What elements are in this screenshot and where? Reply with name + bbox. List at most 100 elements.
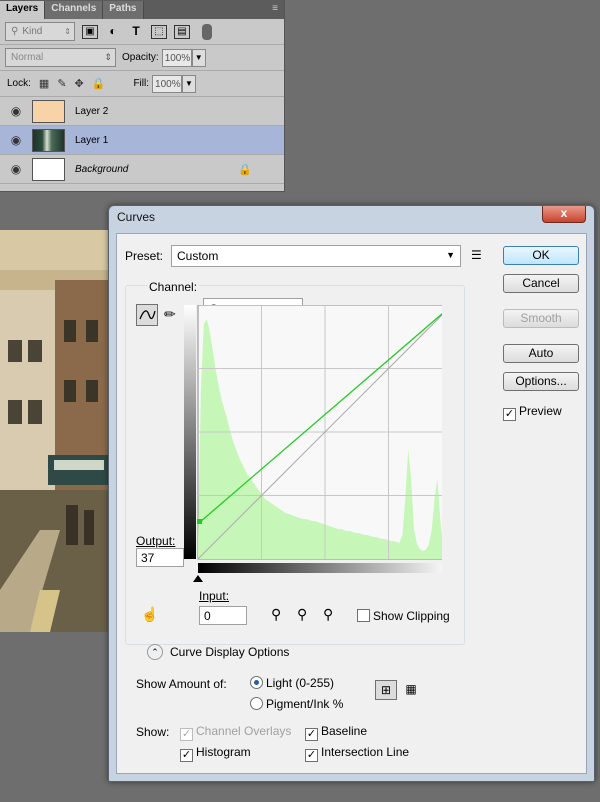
layer-row-layer-1[interactable]: ◉ Layer 1 [0, 126, 284, 155]
chevron-down-icon: ▼ [446, 250, 455, 260]
checkbox-box: ✓ [305, 728, 318, 741]
dialog-title: Curves [117, 210, 156, 224]
preset-options-icon[interactable]: ☰ [471, 248, 482, 262]
layer-name: Background [75, 163, 129, 175]
channel-label: Channel: [147, 280, 200, 294]
auto-button[interactable]: Auto [503, 344, 579, 363]
black-point-slider [193, 575, 203, 582]
smart-object-filter-icon[interactable]: ▤ [174, 24, 190, 39]
close-button[interactable]: x [542, 206, 586, 223]
blend-mode-value: Normal [11, 52, 44, 63]
preset-value: Custom [177, 249, 219, 263]
checkbox-box [357, 609, 370, 622]
eye-icon[interactable]: ◉ [0, 133, 32, 147]
fill-input[interactable]: 100% [152, 74, 183, 93]
ok-button[interactable]: OK [503, 246, 579, 265]
display-options-label: Curve Display Options [170, 645, 290, 659]
opacity-input[interactable]: 100% [161, 48, 192, 67]
type-filter-icon[interactable]: T [128, 25, 144, 39]
pigment-label: Pigment/Ink % [266, 697, 344, 711]
eye-icon[interactable]: ◉ [0, 162, 32, 176]
curves-dialog: Curves x Preset: Custom ▼ ☰ Channel: Gre… [108, 205, 595, 782]
tab-layers[interactable]: Layers [0, 1, 46, 19]
gray-eyedropper-icon[interactable]: ⚲ [297, 606, 307, 623]
channel-overlays-label: Channel Overlays [196, 724, 292, 738]
checkbox-box: ✓ [180, 749, 193, 762]
adjustment-filter-icon[interactable]: ◐ [105, 25, 121, 39]
curve-tool-icon [139, 310, 156, 320]
channel-overlays-checkbox[interactable]: ✓ Channel Overlays [180, 724, 291, 741]
fill-dropdown-button[interactable]: ▼ [182, 74, 197, 93]
white-eyedropper-icon[interactable]: ⚲ [323, 606, 333, 623]
lock-position-icon[interactable]: ✥ [75, 77, 84, 90]
baseline-checkbox[interactable]: ✓ Baseline [305, 724, 367, 741]
intersection-line-label: Intersection Line [321, 745, 410, 759]
radio-button [250, 676, 263, 689]
eye-icon[interactable]: ◉ [0, 104, 32, 118]
collapse-icon[interactable]: ⌃ [147, 644, 163, 660]
checkbox-box: ✓ [180, 728, 193, 741]
blend-mode-select[interactable]: Normal ⇕ [5, 48, 116, 67]
show-clipping-label: Show Clipping [373, 609, 450, 623]
layer-row-layer-2[interactable]: ◉ Layer 2 [0, 97, 284, 126]
tab-paths[interactable]: Paths [103, 1, 144, 19]
simple-grid-button[interactable]: ⊞ [375, 680, 397, 700]
smooth-button[interactable]: Smooth [503, 309, 579, 328]
lock-icon: 🔒 [238, 163, 252, 176]
lock-all-icon[interactable]: 🔒 [92, 77, 106, 90]
blend-row: Normal ⇕ Opacity: 100% ▼ [0, 45, 284, 71]
opacity-dropdown-button[interactable]: ▼ [191, 48, 206, 67]
layer-thumbnail [32, 99, 65, 123]
layer-thumbnail [32, 157, 65, 181]
curve-point [197, 519, 202, 524]
histogram-label: Histogram [196, 745, 251, 759]
filter-kind-select[interactable]: ⚲ Kind ⇕ [5, 22, 75, 41]
pigment-radio[interactable]: Pigment/Ink % [250, 697, 343, 711]
panel-menu-icon[interactable]: ≡ [272, 3, 278, 14]
show-amount-label: Show Amount of: [136, 677, 227, 691]
show-label: Show: [136, 725, 170, 739]
hand-adjust-icon[interactable]: ☝ [141, 606, 158, 623]
show-clipping-checkbox[interactable]: Show Clipping [357, 609, 450, 623]
layer-thumbnail [32, 128, 65, 152]
panel-tabs: Layers Channels Paths ≡ [0, 0, 284, 19]
shape-filter-icon[interactable]: ⬚ [151, 24, 167, 39]
layers-panel: Layers Channels Paths ≡ ⚲ Kind ⇕ ▣ ◐ T ⬚… [0, 0, 285, 192]
pencil-icon[interactable]: ✏ [164, 306, 176, 323]
light-label: Light (0-255) [266, 676, 335, 690]
radio-button [250, 697, 263, 710]
fill-label: Fill: [133, 78, 150, 89]
preview-label: Preview [519, 404, 562, 418]
output-label: Output: [136, 534, 176, 548]
preview-checkbox[interactable]: ✓ Preview [503, 404, 562, 421]
dialog-client: Preset: Custom ▼ ☰ Channel: Green ▼ ✏ [116, 233, 587, 774]
updown-icon: ⇕ [104, 52, 112, 62]
black-eyedropper-icon[interactable]: ⚲ [271, 606, 281, 623]
lock-transparent-icon[interactable]: ▦ [39, 77, 49, 90]
layer-row-background[interactable]: ◉ Background 🔒 [0, 155, 284, 184]
pixel-filter-icon[interactable]: ▣ [82, 24, 98, 39]
cancel-button[interactable]: Cancel [503, 274, 579, 293]
filter-toggle[interactable] [202, 23, 212, 40]
opacity-label: Opacity: [122, 52, 159, 63]
tab-channels[interactable]: Channels [45, 1, 104, 19]
baseline-label: Baseline [321, 724, 368, 738]
updown-icon: ⇕ [64, 27, 71, 36]
preset-select[interactable]: Custom ▼ [171, 245, 461, 267]
options-button[interactable]: Options... [503, 372, 579, 391]
light-radio[interactable]: Light (0-255) [250, 676, 334, 690]
search-icon: ⚲ [11, 26, 19, 37]
output-gradient-bar [184, 305, 196, 559]
curve-graph[interactable] [184, 305, 442, 593]
output-input[interactable]: 37 [136, 548, 184, 567]
curve-tool-button[interactable] [136, 304, 158, 326]
histogram-checkbox[interactable]: ✓ Histogram [180, 745, 251, 762]
checkbox-box: ✓ [503, 408, 516, 421]
detailed-grid-button[interactable]: ▦ [401, 680, 421, 700]
intersection-line-checkbox[interactable]: ✓ Intersection Line [305, 745, 409, 762]
input-input[interactable]: 0 [199, 606, 247, 625]
lock-image-icon[interactable]: ✎ [57, 77, 66, 90]
canvas-image[interactable] [0, 230, 112, 632]
preset-label: Preset: [125, 249, 164, 263]
lock-row: Lock: ▦ ✎ ✥ 🔒 Fill: 100% ▼ [0, 71, 284, 97]
